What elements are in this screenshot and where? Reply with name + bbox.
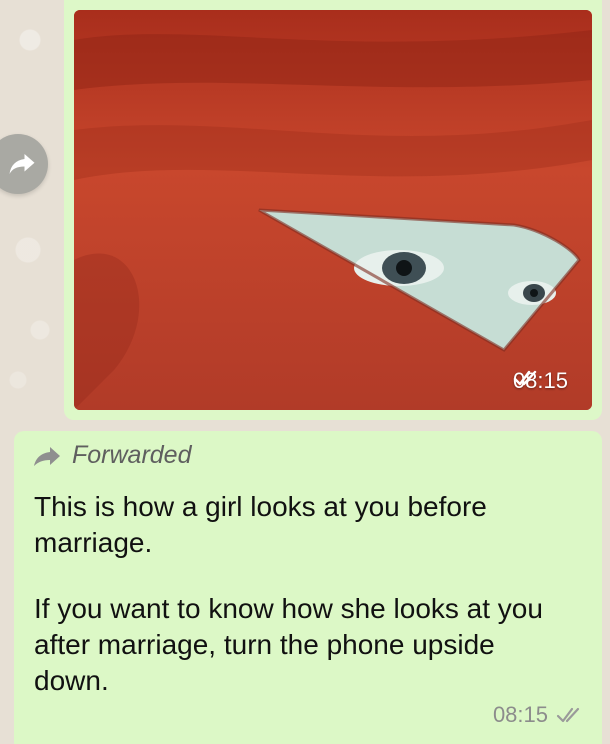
forward-arrow-icon — [9, 154, 35, 174]
forwarded-indicator: Forwarded — [32, 441, 192, 470]
double-check-icon — [513, 370, 537, 386]
double-check-icon — [556, 707, 580, 723]
forwarded-label: Forwarded — [72, 441, 192, 469]
forwarded-arrow-icon — [34, 446, 60, 466]
text-message-time: 08:15 — [492, 702, 548, 727]
message-paragraph-2: If you want to know how she looks at you… — [34, 593, 543, 696]
photo-eyes-veil — [74, 10, 592, 410]
message-paragraph-1: This is how a girl looks at you before m… — [34, 491, 487, 558]
message-text: This is how a girl looks at you before m… — [34, 489, 574, 699]
message-photo[interactable]: 08:15 — [74, 10, 592, 410]
text-message-bubble[interactable]: Forwarded This is how a girl looks at yo… — [14, 431, 602, 744]
image-message-bubble[interactable]: 08:15 — [64, 0, 602, 420]
image-message-timestamp: 08:15 — [513, 368, 568, 394]
text-message-timestamp: 08:15 — [493, 702, 584, 728]
